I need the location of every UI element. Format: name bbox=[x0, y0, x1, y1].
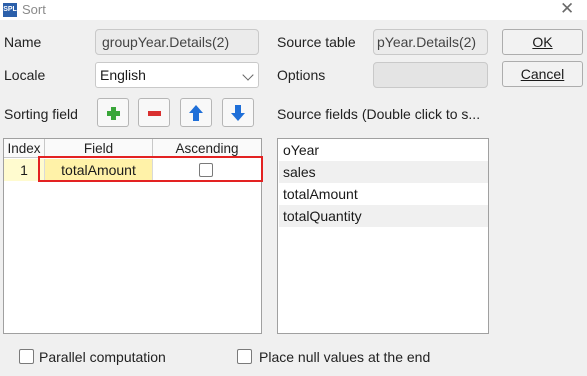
name-label: Name bbox=[4, 34, 42, 50]
arrow-up-icon bbox=[181, 99, 211, 126]
app-logo-icon: SPL bbox=[3, 3, 17, 17]
options-field[interactable] bbox=[373, 62, 488, 88]
plus-icon bbox=[98, 99, 128, 126]
close-icon[interactable]: ✕ bbox=[560, 0, 574, 19]
source-fields-label: Source fields (Double click to s... bbox=[277, 106, 481, 122]
list-item[interactable]: sales bbox=[279, 161, 488, 183]
locale-select[interactable]: English bbox=[95, 62, 259, 88]
window-title: Sort bbox=[22, 2, 46, 17]
source-table-label: Source table bbox=[277, 34, 356, 50]
list-item[interactable]: totalAmount bbox=[279, 183, 488, 205]
minus-icon bbox=[139, 99, 169, 126]
sorting-field-label: Sorting field bbox=[4, 106, 78, 122]
cancel-button[interactable]: Cancel bbox=[502, 61, 583, 87]
chevron-down-icon bbox=[242, 69, 254, 81]
locale-value: English bbox=[100, 67, 146, 83]
arrow-down-icon bbox=[223, 99, 253, 126]
null-values-end-label: Place null values at the end bbox=[259, 349, 431, 365]
parallel-computation-label: Parallel computation bbox=[39, 349, 166, 365]
list-item[interactable]: oYear bbox=[279, 139, 488, 161]
add-field-button[interactable] bbox=[97, 98, 129, 127]
cancel-button-label: Cancel bbox=[520, 66, 565, 82]
options-label: Options bbox=[277, 67, 326, 83]
parallel-computation-checkbox[interactable] bbox=[19, 349, 34, 364]
list-item[interactable]: totalQuantity bbox=[279, 205, 488, 227]
locale-label: Locale bbox=[4, 67, 46, 83]
title-bar: SPL Sort ✕ bbox=[0, 0, 587, 20]
name-field[interactable]: groupYear.Details(2) bbox=[95, 29, 259, 55]
source-table-field[interactable]: pYear.Details(2) bbox=[373, 29, 488, 55]
remove-field-button[interactable] bbox=[138, 98, 170, 127]
move-down-button[interactable] bbox=[222, 98, 254, 127]
ok-button[interactable]: OK bbox=[502, 29, 583, 55]
ok-button-label: OK bbox=[532, 34, 553, 50]
move-up-button[interactable] bbox=[180, 98, 212, 127]
null-values-end-checkbox[interactable] bbox=[237, 349, 252, 364]
source-fields-list[interactable]: oYear sales totalAmount totalQuantity bbox=[277, 138, 489, 334]
highlight-box bbox=[38, 156, 263, 182]
